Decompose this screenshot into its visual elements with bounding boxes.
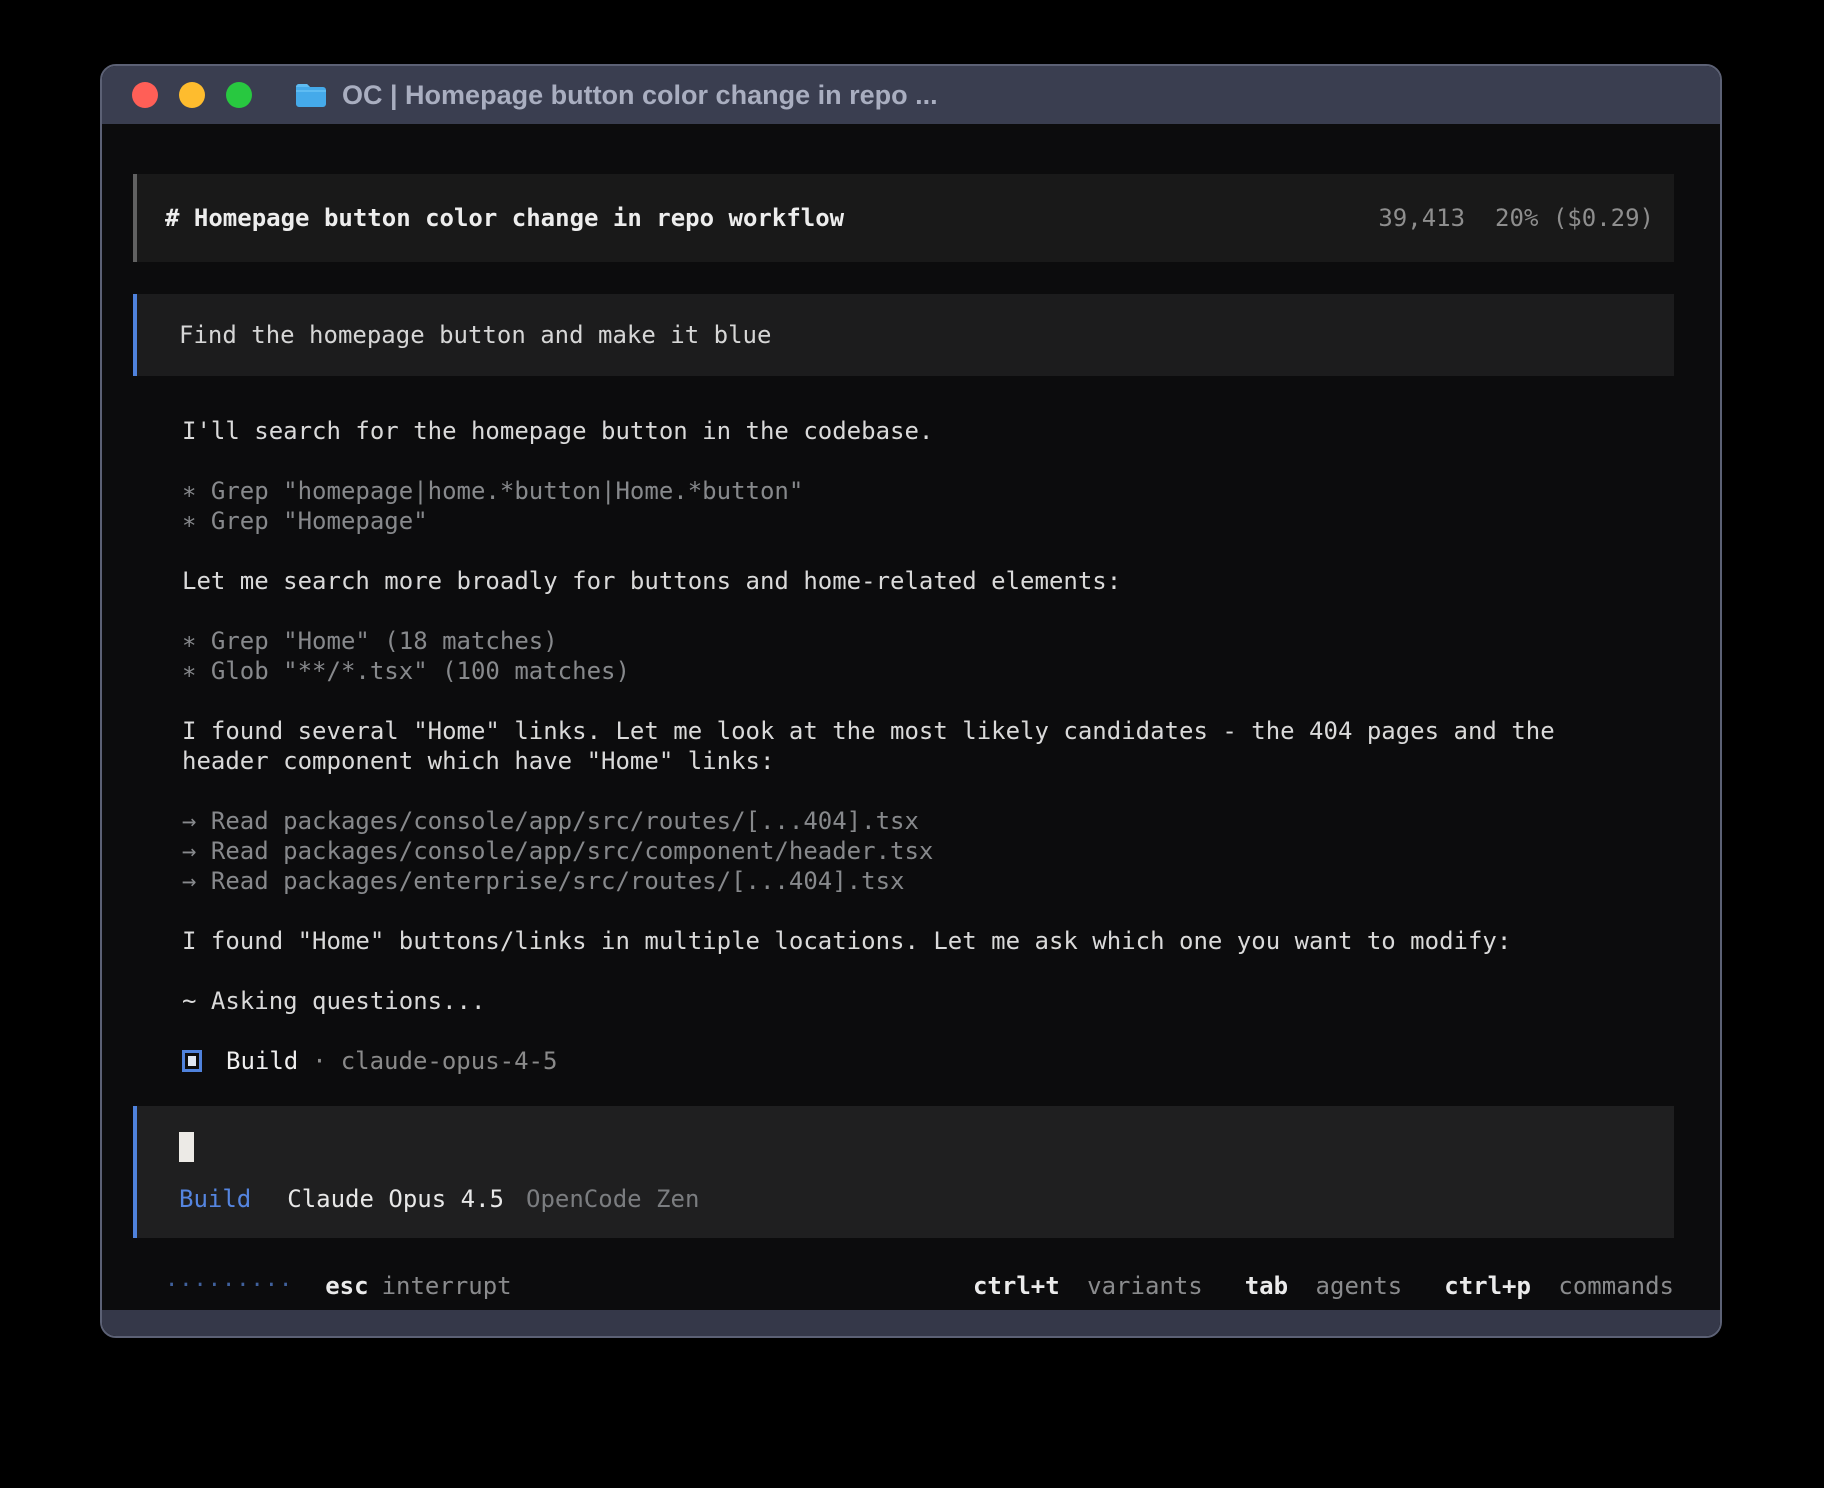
shortcut-variants: ctrl+t variants (973, 1271, 1203, 1301)
user-message: Find the homepage button and make it blu… (133, 294, 1674, 376)
active-model-label: Claude Opus 4.5 (287, 1184, 504, 1214)
prompt-input[interactable]: Build Claude Opus 4.5 OpenCode Zen (133, 1106, 1674, 1238)
esc-key-action: interrupt (382, 1271, 512, 1301)
tool-call-group: → Read packages/console/app/src/routes/[… (182, 806, 1674, 896)
tool-call-read: → Read packages/console/app/src/routes/[… (182, 806, 1674, 836)
folder-icon (294, 82, 328, 109)
terminal-content: # Homepage button color change in repo w… (102, 124, 1720, 1310)
tool-call-grep: ∗ Grep "Homepage" (182, 506, 1674, 536)
input-footer: Build Claude Opus 4.5 OpenCode Zen (179, 1184, 1632, 1214)
agent-model: claude-opus-4-5 (341, 1046, 558, 1076)
active-agent-label: Build (179, 1184, 251, 1214)
build-agent-icon (182, 1050, 202, 1072)
assistant-paragraph: I'll search for the homepage button in t… (182, 416, 1674, 446)
status-left: ········· esc interrupt (133, 1271, 512, 1301)
titlebar[interactable]: OC | Homepage button color change in rep… (102, 66, 1720, 124)
assistant-paragraph: Let me search more broadly for buttons a… (182, 566, 1674, 596)
assistant-paragraph: I found several "Home" links. Let me loo… (182, 716, 1674, 776)
session-header: # Homepage button color change in repo w… (133, 174, 1674, 262)
tool-call-read: → Read packages/enterprise/src/routes/[.… (182, 866, 1674, 896)
close-button[interactable] (132, 82, 158, 108)
status-right: ctrl+t variants tab agents ctrl+p comman… (931, 1271, 1674, 1301)
agent-attribution-row: Build · claude-opus-4-5 (182, 1046, 1674, 1076)
user-message-text: Find the homepage button and make it blu… (179, 321, 771, 349)
esc-key-hint: esc (325, 1271, 368, 1301)
assistant-paragraph: I found "Home" buttons/links in multiple… (182, 926, 1674, 956)
assistant-transcript: I'll search for the homepage button in t… (182, 376, 1674, 1076)
tool-call-glob: ∗ Glob "**/*.tsx" (100 matches) (182, 656, 1674, 686)
tool-call-grep: ∗ Grep "homepage|home.*button|Home.*butt… (182, 476, 1674, 506)
provider-label: OpenCode Zen (526, 1184, 699, 1214)
tool-call-grep: ∗ Grep "Home" (18 matches) (182, 626, 1674, 656)
tool-call-group: ∗ Grep "Home" (18 matches) ∗ Glob "**/*.… (182, 626, 1674, 686)
zoom-button[interactable] (226, 82, 252, 108)
agent-name: Build (226, 1046, 298, 1076)
dot-separator: · (312, 1046, 326, 1076)
context-cost: 20% ($0.29) (1495, 203, 1654, 233)
assistant-status-line: ~ Asking questions... (182, 986, 1674, 1016)
session-stats: 39,413 20% ($0.29) (1378, 203, 1654, 233)
shortcut-agents: tab agents (1245, 1271, 1403, 1301)
status-bar: ········· esc interrupt ctrl+t variants … (133, 1271, 1674, 1301)
window-title: OC | Homepage button color change in rep… (342, 80, 938, 111)
terminal-window: OC | Homepage button color change in rep… (100, 64, 1722, 1338)
minimize-button[interactable] (179, 82, 205, 108)
shortcut-commands: ctrl+p commands (1444, 1271, 1674, 1301)
token-count: 39,413 (1378, 203, 1465, 233)
session-title: # Homepage button color change in repo w… (165, 203, 844, 233)
traffic-lights (132, 82, 252, 108)
tool-call-group: ∗ Grep "homepage|home.*button|Home.*butt… (182, 476, 1674, 536)
text-cursor (179, 1132, 194, 1162)
tool-call-read: → Read packages/console/app/src/componen… (182, 836, 1674, 866)
window-bottom-frame (102, 1310, 1720, 1336)
window-title-group: OC | Homepage button color change in rep… (294, 80, 938, 111)
spinner-dots-icon: ········· (165, 1271, 293, 1301)
